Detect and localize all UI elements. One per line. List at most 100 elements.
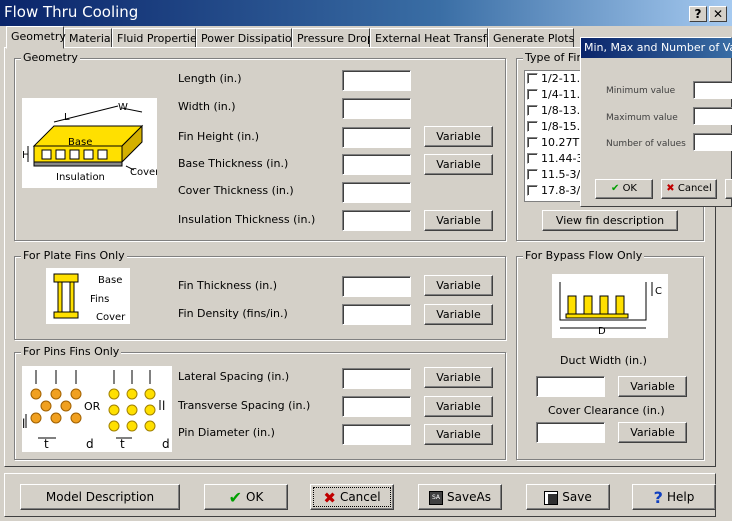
cover-clearance-label: Cover Clearance (in.) — [548, 404, 665, 417]
plate-fins-label: Fins — [90, 294, 109, 305]
fin-density-input[interactable] — [342, 304, 411, 325]
tab-geometry[interactable]: Geometry — [6, 26, 66, 49]
help-title-button[interactable]: ? — [689, 6, 707, 22]
pin-or-label: OR — [84, 400, 101, 413]
tab-fluid-properties[interactable]: Fluid Properties — [112, 28, 202, 48]
fin-type-checkbox[interactable] — [527, 185, 538, 196]
dialog-cancel-label: Cancel — [677, 183, 712, 194]
fin-type-item[interactable]: 11.5-3/8 — [525, 167, 583, 183]
number-of-values-label: Number of values — [606, 139, 686, 149]
lateral-spacing-input[interactable] — [342, 368, 411, 389]
fin-type-label: 11.5-3/8 — [541, 168, 584, 181]
number-of-values-input[interactable] — [693, 133, 732, 151]
transverse-spacing-input[interactable] — [342, 396, 411, 417]
insulation-thickness-input[interactable] — [342, 210, 411, 231]
duct-width-variable-button[interactable]: Variable — [618, 376, 687, 397]
fin-height-variable-button[interactable]: Variable — [424, 126, 493, 147]
fin-height-label: Fin Height (in.) — [178, 130, 260, 143]
close-window-button[interactable]: ✕ — [709, 6, 727, 22]
bypass-diagram: D C — [552, 274, 668, 338]
base-thickness-variable-button[interactable]: Variable — [424, 154, 493, 175]
cancel-x-icon: ✖ — [323, 488, 336, 507]
fin-type-label: 10.27T — [541, 136, 580, 149]
fin-height-input[interactable] — [342, 127, 411, 148]
geometry-diagram: L W H Base Cover Insulation — [22, 98, 160, 188]
fin-type-checkbox[interactable] — [527, 89, 538, 100]
minimum-value-input[interactable] — [693, 81, 732, 99]
ok-button[interactable]: ✔ OK — [204, 484, 288, 510]
fin-type-item[interactable]: 10.27T — [525, 135, 583, 151]
pin-l-label-2: l — [162, 399, 165, 413]
min-max-dialog: Min, Max and Number of Values Minimum va… — [580, 37, 732, 207]
save-as-button[interactable]: SA SaveAs — [418, 484, 502, 510]
pin-t-label-1: t — [44, 437, 49, 451]
save-disk-icon — [544, 490, 559, 505]
cover-thickness-input[interactable] — [342, 182, 411, 203]
fin-type-item[interactable]: 1/4-11.1 — [525, 87, 583, 103]
fin-type-label: 1/8-15.2 — [541, 120, 584, 133]
help-button[interactable]: ? Help — [632, 484, 716, 510]
save-button[interactable]: Save — [526, 484, 610, 510]
transverse-spacing-variable-button[interactable]: Variable — [424, 396, 493, 417]
fin-type-checkbox[interactable] — [527, 153, 538, 164]
pin-fins-diagram: OR t t d d l l — [22, 366, 172, 452]
pin-diameter-variable-button[interactable]: Variable — [424, 424, 493, 445]
cover-clearance-input[interactable] — [536, 422, 605, 443]
insulation-thickness-variable-button[interactable]: Variable — [424, 210, 493, 231]
width-input[interactable] — [342, 98, 411, 119]
base-thickness-input[interactable] — [342, 154, 411, 175]
dialog-ok-button[interactable]: ✔ OK — [595, 179, 653, 199]
fin-type-item[interactable]: 1/8-15.2 — [525, 119, 583, 135]
tab-generate-plots[interactable]: Generate Plots — [488, 28, 574, 48]
duct-width-input[interactable] — [536, 376, 605, 397]
fin-thickness-input[interactable] — [342, 276, 411, 297]
fin-thickness-label: Fin Thickness (in.) — [178, 279, 278, 292]
dialog-cancel-button[interactable]: ✖ Cancel — [661, 179, 717, 199]
fin-type-label: 17.8-3/8 — [541, 184, 584, 197]
fin-thickness-variable-button[interactable]: Variable — [424, 275, 493, 296]
base-thickness-label: Base Thickness (in.) — [178, 157, 289, 170]
pin-t-label-2: t — [120, 437, 125, 451]
fin-type-list[interactable]: 1/2-11.94 1/4-11.1 1/8-13.95 1/8-15.2 10.27T… — [524, 70, 584, 202]
maximum-value-input[interactable] — [693, 107, 732, 125]
plate-fins-diagram: Base Fins Cover — [46, 268, 130, 324]
fin-type-item[interactable]: 17.8-3/8 — [525, 183, 583, 199]
fin-density-variable-button[interactable]: Variable — [424, 304, 493, 325]
tab-power-dissipation[interactable]: Power Dissipation — [196, 28, 299, 48]
cancel-button[interactable]: ✖ Cancel — [310, 484, 394, 510]
fin-type-item[interactable]: 1/2-11.94 — [525, 71, 583, 87]
pin-l-label-1: l — [22, 417, 25, 431]
tab-external-heat-transfer[interactable]: External Heat Transfer — [370, 28, 498, 48]
dialog-check-icon: ✔ — [610, 183, 620, 194]
fin-type-item[interactable]: 1/8-13.95 — [525, 103, 583, 119]
dialog-extra-button[interactable] — [725, 179, 732, 199]
cover-thickness-label: Cover Thickness (in.) — [178, 184, 294, 197]
fin-type-checkbox[interactable] — [527, 73, 538, 84]
check-icon: ✔ — [228, 487, 243, 507]
fin-type-checkbox[interactable] — [527, 169, 538, 180]
ok-button-label: OK — [246, 490, 264, 504]
fin-type-checkbox[interactable] — [527, 105, 538, 116]
fin-type-checkbox[interactable] — [527, 137, 538, 148]
fin-type-label: 1/8-13.95 — [541, 104, 583, 117]
maximum-value-label: Maximum value — [606, 113, 678, 123]
fin-density-label: Fin Density (fins/in.) — [178, 307, 288, 320]
diagram-h-label: H — [22, 150, 30, 161]
view-fin-description-button[interactable]: View fin description — [542, 210, 678, 231]
diagram-cover-label: Cover — [130, 167, 157, 178]
tab-material[interactable]: Material — [64, 28, 114, 48]
window-title: Flow Thru Cooling — [4, 3, 139, 21]
fin-type-checkbox[interactable] — [527, 121, 538, 132]
diagram-insulation-label: Insulation — [56, 172, 105, 183]
fin-type-item[interactable]: 11.44-3/8 — [525, 151, 583, 167]
lateral-spacing-variable-button[interactable]: Variable — [424, 367, 493, 388]
save-as-disk-icon: SA — [429, 490, 444, 505]
length-input[interactable] — [342, 70, 411, 91]
pin-diameter-input[interactable] — [342, 424, 411, 445]
fin-type-items: 1/2-11.94 1/4-11.1 1/8-13.95 1/8-15.2 10.27T… — [525, 71, 583, 199]
model-description-button[interactable]: Model Description — [20, 484, 180, 510]
cancel-button-label: Cancel — [339, 490, 381, 504]
tab-pressure-drop[interactable]: Pressure Drop — [292, 28, 374, 48]
length-label: Length (in.) — [178, 72, 242, 85]
cover-clearance-variable-button[interactable]: Variable — [618, 422, 687, 443]
